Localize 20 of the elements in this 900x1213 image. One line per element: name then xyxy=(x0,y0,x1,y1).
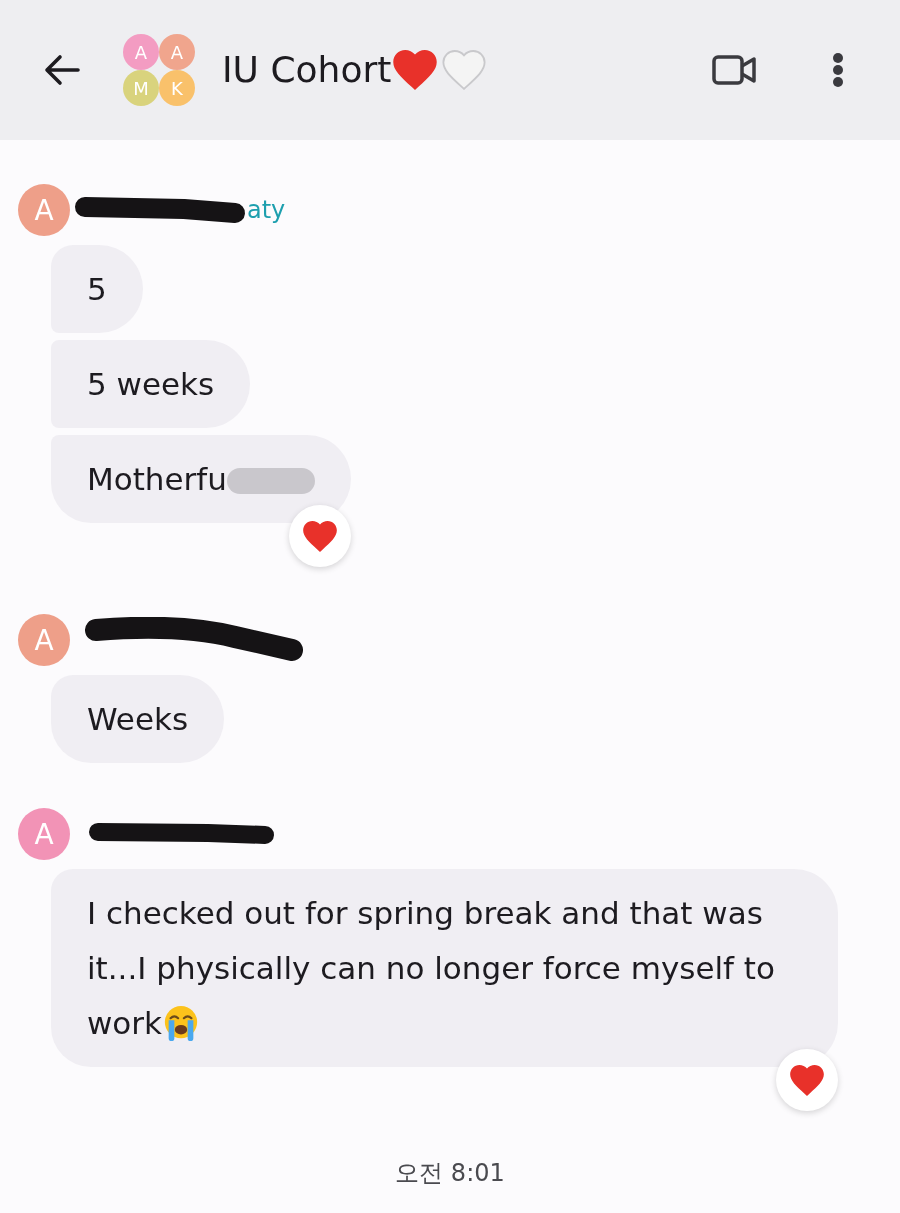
message-text: 5 weeks xyxy=(87,365,215,402)
more-options-icon[interactable] xyxy=(833,53,843,87)
heart-outline-icon xyxy=(442,50,487,90)
timestamp: 오전 8:01 xyxy=(395,1159,505,1187)
heart-icon xyxy=(393,50,438,90)
message-text: 5 xyxy=(87,270,107,307)
sender-name: aty xyxy=(247,195,286,225)
message-text: Weeks xyxy=(87,700,189,737)
message-text: I checked out for spring break and that was it...I physically can no longer force myself to work xyxy=(87,894,775,1041)
member-avatar: M xyxy=(123,70,159,106)
member-avatar: K xyxy=(159,70,195,106)
sender-avatar: A xyxy=(18,614,70,666)
member-avatar: A xyxy=(159,34,195,70)
video-camera-icon[interactable] xyxy=(712,55,756,85)
chat-title: IU Cohort xyxy=(222,48,392,92)
sender-avatar: A xyxy=(18,808,70,860)
message-text: Motherfu xyxy=(87,460,227,497)
member-avatar: A xyxy=(123,34,159,70)
sender-avatar: A xyxy=(18,184,70,236)
back-arrow-icon[interactable] xyxy=(44,54,80,86)
